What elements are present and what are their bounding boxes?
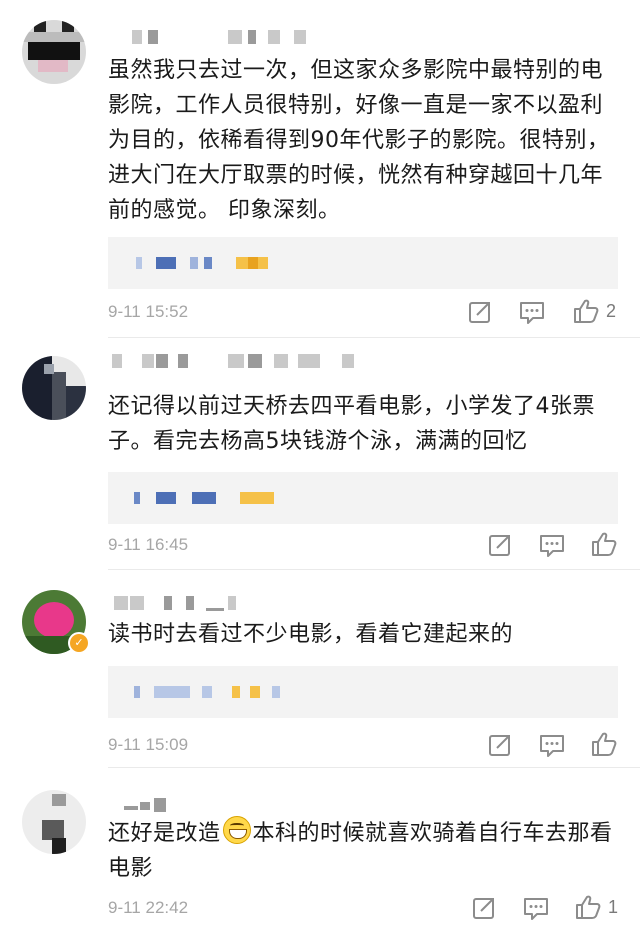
like-count: 1 [608,897,619,917]
comment-icon[interactable] [538,731,566,759]
share-icon[interactable] [470,894,498,922]
timestamp: 9-11 15:09 [108,735,189,754]
share-icon[interactable] [486,731,514,759]
comment-text: 还好是改造 本科的时候就喜欢骑着自行车去那看电影 [108,816,622,886]
comment-text: 虽然我只去过一次，但这家众多影院中最特别的电影院，工作人员很特别，好像一直是一家… [108,58,610,223]
avatar[interactable] [22,356,86,420]
reply-preview[interactable] [108,237,618,289]
comment-text: 读书时去看过不少电影，看着它建起来的 [108,622,514,647]
thumbs-up-icon[interactable] [572,297,600,325]
comment-text-part: 还好是改造 [108,821,221,846]
thumbs-up-icon[interactable] [590,730,618,758]
comment-item: 虽然我只去过一次，但这家众多影院中最特别的电影院，工作人员很特别，好像一直是一家… [0,0,640,338]
comment-item: ✓ 读书时去看过不少电影，看着它建起来的 9-11 15:09 [0,570,640,768]
comment-list: 虽然我只去过一次，但这家众多影院中最特别的电影院，工作人员很特别，好像一直是一家… [0,0,640,932]
thumbs-up-icon[interactable] [574,893,602,921]
comment-icon[interactable] [538,531,566,559]
avatar[interactable] [22,20,86,84]
share-icon[interactable] [486,531,514,559]
comment-icon[interactable] [518,298,546,326]
timestamp: 9-11 16:45 [108,535,189,554]
avatar[interactable] [22,790,86,854]
comment-item: 还记得以前过天桥去四平看电影，小学发了4张票子。看完去杨高5块钱游个泳，满满的回… [0,338,640,570]
comment-item: 还好是改造 本科的时候就喜欢骑着自行车去那看电影 9-11 22:42 1 [0,768,640,932]
thumbs-up-icon[interactable] [590,530,618,558]
grinning-emoji-icon [222,816,251,844]
comment-icon[interactable] [522,894,550,922]
reply-preview[interactable] [108,666,618,718]
verified-badge: ✓ [68,632,90,654]
reply-preview[interactable] [108,472,618,524]
timestamp: 9-11 22:42 [108,898,189,917]
username-redacted[interactable] [108,354,368,380]
like-count: 2 [606,301,617,321]
comment-text: 还记得以前过天桥去四平看电影，小学发了4张票子。看完去杨高5块钱游个泳，满满的回… [108,394,595,454]
share-icon[interactable] [466,298,494,326]
timestamp: 9-11 15:52 [108,302,189,321]
